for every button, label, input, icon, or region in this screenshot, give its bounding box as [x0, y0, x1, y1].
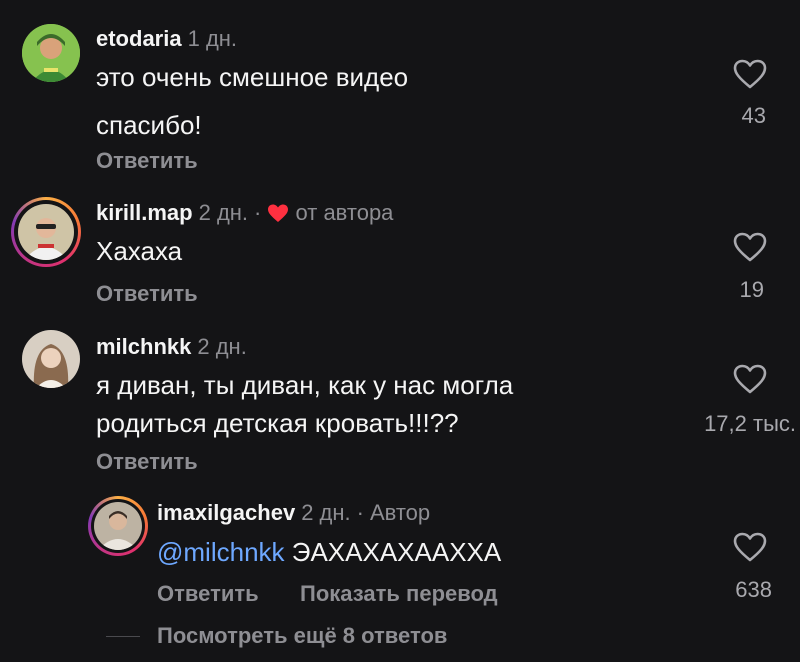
- comment-line: спасибо!: [96, 110, 202, 140]
- show-translation-button[interactable]: Показать перевод: [300, 581, 498, 607]
- reply-button[interactable]: Ответить: [96, 148, 198, 174]
- heart-filled-icon: [267, 203, 289, 223]
- timestamp: 2 дн.: [301, 500, 351, 525]
- avatar-milchnkk[interactable]: [22, 330, 80, 388]
- like-count: 17,2 тыс.: [704, 411, 796, 436]
- like-count: 43: [741, 103, 766, 128]
- like-count: 638: [735, 577, 772, 602]
- separator-dot: ·: [254, 200, 262, 225]
- heart-outline-icon[interactable]: [732, 58, 768, 90]
- avatar-etodaria[interactable]: [22, 24, 80, 82]
- comment-text: Хахаха: [96, 236, 183, 266]
- like-count: 19: [739, 277, 764, 302]
- author-liked-label: от автора: [295, 200, 394, 225]
- username[interactable]: imaxilgachev: [157, 500, 295, 525]
- author-label: Автор: [369, 500, 431, 525]
- comment-line: родиться детская кровать!!!??: [96, 408, 459, 438]
- view-more-replies-button[interactable]: Посмотреть ещё 8 ответов: [157, 623, 447, 649]
- comment-meta: imaxilgachev 2 дн. · Автор: [157, 500, 430, 526]
- reply-button[interactable]: Ответить: [157, 581, 259, 607]
- separator-dot: ·: [356, 500, 364, 525]
- timestamp: 2 дн.: [197, 334, 247, 359]
- reply-text: ЭАХАХАХААХХА: [291, 537, 502, 567]
- comment-text: это очень смешное видео спасибо!: [96, 58, 408, 144]
- comment-meta: milchnkk 2 дн.: [96, 334, 247, 360]
- heart-outline-icon[interactable]: [732, 531, 768, 563]
- timestamp: 2 дн.: [198, 200, 249, 225]
- comment-meta: kirill.map 2 дн. · от автора: [96, 200, 393, 226]
- username[interactable]: etodaria: [96, 26, 182, 51]
- username[interactable]: milchnkk: [96, 334, 191, 359]
- username[interactable]: kirill.map: [96, 200, 193, 225]
- reply-button[interactable]: Ответить: [96, 449, 198, 475]
- comment-meta: etodaria 1 дн.: [96, 26, 237, 52]
- timestamp: 1 дн.: [187, 26, 238, 51]
- view-more-divider: [106, 636, 140, 637]
- comment-text: @milchnkk ЭАХАХАХААХХА: [157, 533, 501, 571]
- heart-outline-icon[interactable]: [732, 363, 768, 395]
- comment-line: я диван, ты диван, как у нас могла: [96, 370, 514, 400]
- avatar-imaxilgachev[interactable]: [94, 502, 142, 550]
- comment-text: я диван, ты диван, как у нас могла родит…: [96, 366, 513, 442]
- avatar-kirill-map[interactable]: [18, 204, 74, 260]
- reply-button[interactable]: Ответить: [96, 281, 198, 307]
- comment-line: это очень смешное видео: [96, 62, 409, 92]
- mention-link[interactable]: @milchnkk: [157, 537, 285, 567]
- heart-outline-icon[interactable]: [732, 231, 768, 263]
